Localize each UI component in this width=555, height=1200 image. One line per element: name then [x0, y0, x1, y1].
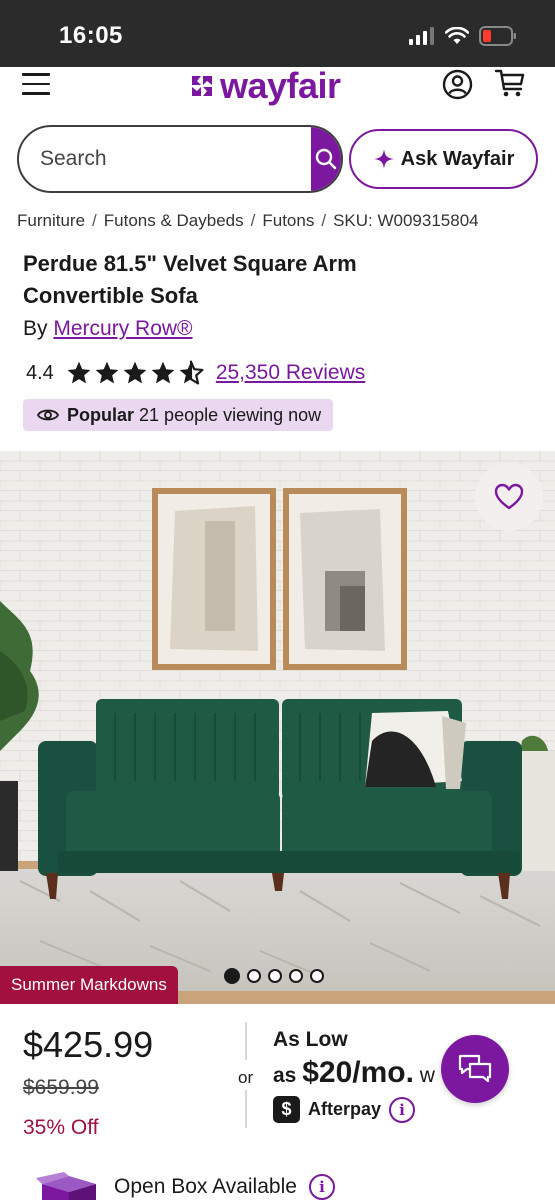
star-full-icon — [123, 361, 147, 384]
ask-wayfair-label: Ask Wayfair — [400, 147, 515, 170]
logo-pinwheel-icon — [192, 76, 212, 96]
wifi-icon — [445, 27, 469, 44]
open-box-info-icon[interactable]: i — [308, 1174, 335, 1200]
site-header: wayfair — [0, 65, 555, 117]
image-carousel-dots — [224, 968, 324, 984]
brand-link[interactable]: Mercury Row® — [53, 317, 192, 340]
carousel-dot[interactable] — [247, 969, 261, 983]
breadcrumb-item[interactable]: Futons — [262, 211, 314, 230]
carousel-dot[interactable] — [289, 969, 303, 983]
brand-prefix: By — [23, 317, 48, 340]
logo-text: wayfair — [220, 65, 341, 106]
or-text: or — [238, 1068, 254, 1087]
sofa-photo — [0, 451, 555, 1004]
original-price: $659.99 — [23, 1076, 99, 1099]
sale-price: $425.99 — [23, 1024, 154, 1065]
eye-icon — [37, 409, 59, 421]
sparkle-icon — [373, 149, 394, 169]
ask-wayfair-button[interactable]: Ask Wayfair — [349, 129, 538, 189]
cart-icon[interactable] — [494, 67, 526, 99]
discount-percent: 35% Off — [23, 1116, 99, 1139]
menu-icon[interactable] — [22, 73, 50, 95]
monthly-amount: $20/mo. — [302, 1056, 414, 1089]
afterpay-info-icon[interactable]: i — [389, 1096, 416, 1123]
as-low-label: As Low — [273, 1028, 348, 1051]
star-full-icon — [95, 361, 119, 384]
carousel-dot[interactable] — [224, 968, 240, 984]
chat-icon — [458, 1054, 492, 1083]
popular-label: Popular — [67, 404, 135, 425]
star-full-icon — [67, 361, 91, 384]
breadcrumb: Furniture / Futons & Daybeds / Futons / SKU: W… — [17, 211, 479, 230]
afterpay-row: $ Afterpay i — [273, 1096, 416, 1123]
open-box-icon — [36, 1172, 96, 1200]
search-button[interactable] — [311, 127, 341, 191]
monthly-tail: w — [419, 1064, 435, 1087]
popular-text: 21 people viewing now — [139, 404, 322, 425]
chat-button[interactable] — [441, 1035, 509, 1103]
popular-badge: Popular 21 people viewing now — [23, 399, 334, 431]
battery-icon — [479, 26, 516, 46]
status-time: 16:05 — [59, 22, 123, 49]
monthly-price: as $20/mo. w — [273, 1056, 435, 1090]
brand-line: By Mercury Row® — [23, 317, 193, 341]
reviews-link[interactable]: 25,350 Reviews — [216, 361, 365, 385]
search-bar — [17, 125, 343, 193]
divider — [245, 1022, 247, 1060]
signal-icon — [409, 27, 434, 45]
wayfair-logo[interactable]: wayfair — [188, 65, 341, 107]
carousel-dot[interactable] — [310, 969, 324, 983]
star-full-icon — [151, 361, 175, 384]
search-icon — [315, 148, 337, 170]
divider — [245, 1090, 247, 1128]
afterpay-logo-icon: $ — [273, 1096, 300, 1123]
as-prefix: as — [273, 1064, 297, 1087]
product-title: Perdue 81.5" Velvet Square Arm Convertib… — [23, 251, 357, 308]
favorite-button[interactable] — [475, 463, 543, 531]
breadcrumb-item[interactable]: Furniture — [17, 211, 85, 230]
account-icon[interactable] — [442, 69, 473, 100]
rating-value: 4.4 — [26, 361, 54, 384]
summer-markdowns-tag: Summer Markdowns — [0, 966, 178, 1004]
breadcrumb-sku: SKU: W009315804 — [333, 211, 479, 230]
star-half-icon — [179, 360, 204, 385]
heart-icon — [494, 483, 524, 510]
status-bar: 16:05 — [0, 0, 555, 67]
carousel-dot[interactable] — [268, 969, 282, 983]
open-box-label: Open Box Available — [114, 1175, 297, 1198]
open-box-row: Open Box Available i — [36, 1172, 335, 1200]
rating-row: 4.4 25,350 Reviews — [26, 358, 365, 388]
afterpay-label: Afterpay — [308, 1099, 382, 1119]
star-rating — [66, 360, 204, 386]
breadcrumb-item[interactable]: Futons & Daybeds — [104, 211, 244, 230]
status-icons — [409, 26, 517, 46]
product-image[interactable] — [0, 451, 555, 1004]
search-input[interactable] — [19, 127, 311, 191]
